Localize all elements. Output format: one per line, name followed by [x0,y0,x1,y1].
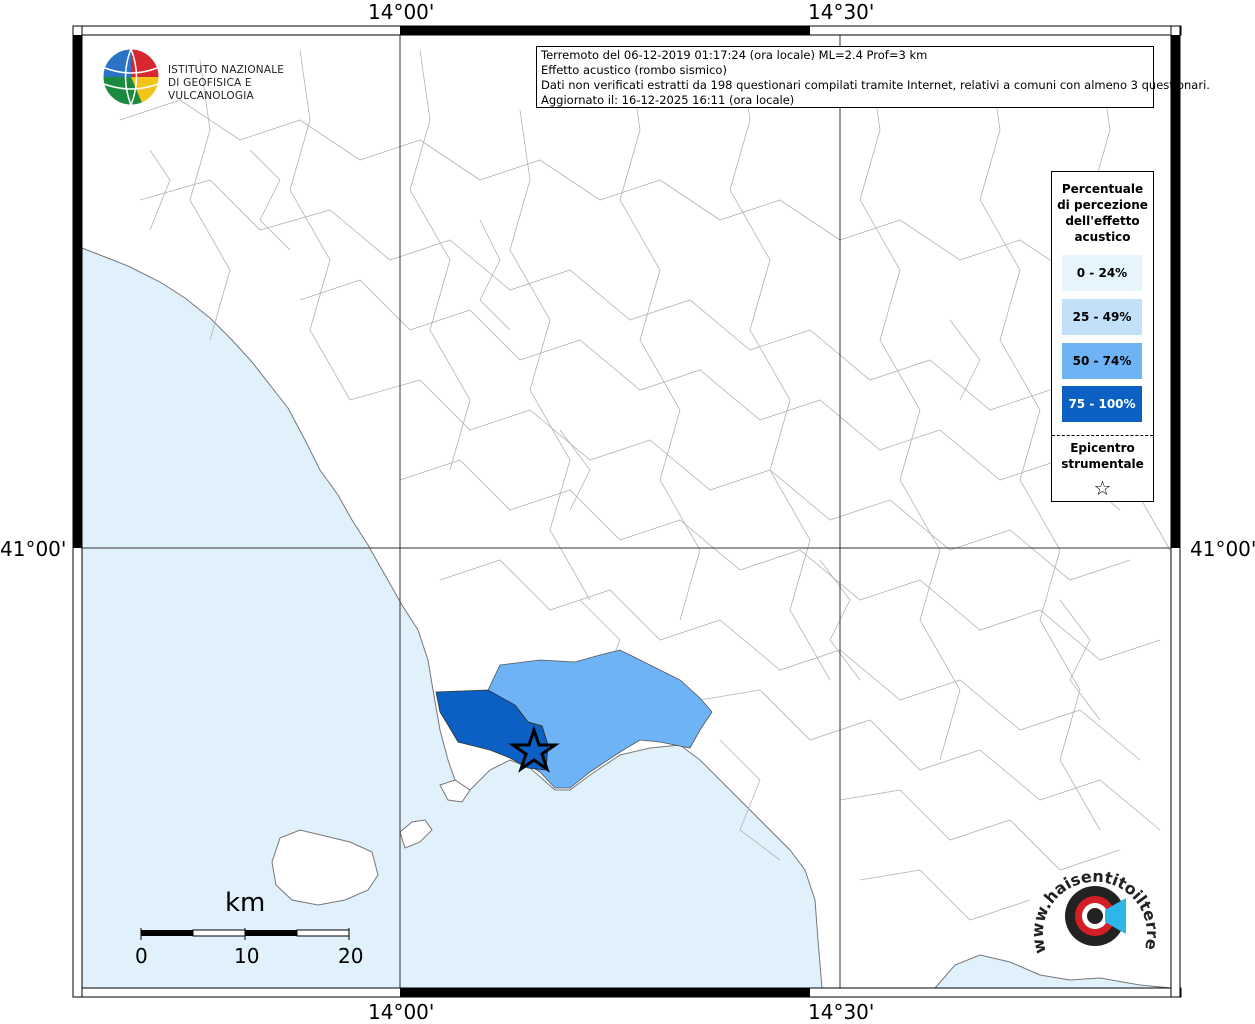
lon-tick-top-14-30: 14°30' [808,0,875,24]
legend-separator [1052,435,1153,436]
lat-tick-left-41-00: 41°00' [0,537,67,561]
event-title: Terremoto del 06-12-2019 01:17:24 (ora l… [541,48,928,62]
legend-epicenter-line2: strumentale [1061,457,1144,471]
effect-type: Effetto acustico (rombo sismico) [541,63,727,77]
ingv-name-line2: DI GEOFISICA E VULCANOLOGIA [168,77,254,102]
lon-tick-bottom-14-30: 14°30' [808,1000,875,1024]
legend-star-icon: ☆ [1093,476,1112,500]
legend-title-line2: di percezione [1057,198,1148,212]
scale-unit: km [225,888,266,918]
update-time: Aggiornato il: 16-12-2025 16:11 (ora loc… [541,93,795,107]
ingv-name-line1: ISTITUTO NAZIONALE [168,64,285,76]
legend-class-75-100: 75 - 100% [1062,386,1142,422]
lon-tick-bottom-14-00: 14°00' [368,1000,435,1024]
legend-title-line4: acustico [1074,230,1131,244]
legend-epicenter-line1: Epicentro [1070,441,1135,455]
event-info-box: Terremoto del 06-12-2019 01:17:24 (ora l… [536,46,1210,108]
legend-class-25-49: 25 - 49% [1062,299,1142,335]
ingv-globe-icon [102,48,160,106]
lon-tick-top-14-00: 14°00' [368,0,435,24]
legend-class-0-24: 0 - 24% [1062,255,1142,291]
legend-epicenter-label: Epicentro strumentale [1052,440,1153,472]
scale-tick-10: 10 [234,944,260,968]
legend-title-line3: dell'effetto [1065,214,1140,228]
data-note: Dati non verificati estratti da 198 ques… [541,78,1210,92]
legend: Percentuale di percezione dell'effetto a… [1051,171,1154,502]
ingv-logo: ISTITUTO NAZIONALE DI GEOFISICA E VULCAN… [100,46,320,110]
scale-tick-0: 0 [135,944,148,968]
legend-title: Percentuale di percezione dell'effetto a… [1052,181,1153,245]
lat-tick-right-41-00: 41°00' [1190,537,1255,561]
legend-class-50-74: 50 - 74% [1062,343,1142,379]
haisentito-logo: www.haisentitoilterremoto.it [1030,848,1160,956]
scale-bar: km 0 10 20 [130,888,380,968]
scale-tick-20: 20 [338,944,364,968]
scale-bar-graphic [140,928,350,940]
legend-title-line1: Percentuale [1061,182,1144,196]
